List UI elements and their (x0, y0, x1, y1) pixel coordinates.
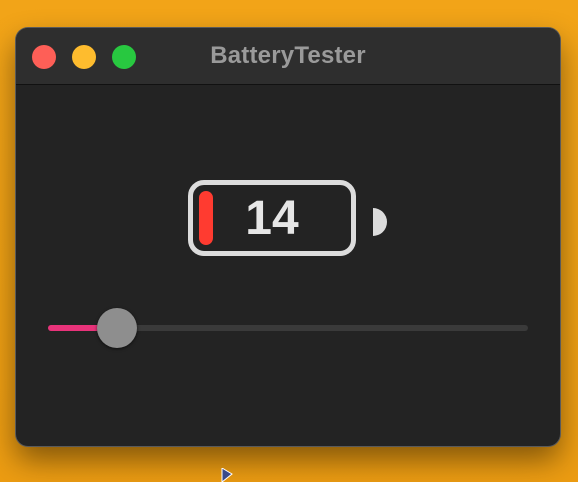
mouse-cursor-icon (221, 468, 233, 482)
battery-level-slider[interactable] (48, 308, 528, 348)
title-bar[interactable]: BatteryTester (16, 28, 560, 85)
app-window: BatteryTester 14 (16, 28, 560, 446)
battery-terminal (373, 208, 387, 236)
slider-thumb[interactable] (97, 308, 137, 348)
battery-icon: 14 (188, 180, 356, 256)
window-title: BatteryTester (210, 42, 366, 69)
battery-percentage: 14 (245, 192, 299, 245)
